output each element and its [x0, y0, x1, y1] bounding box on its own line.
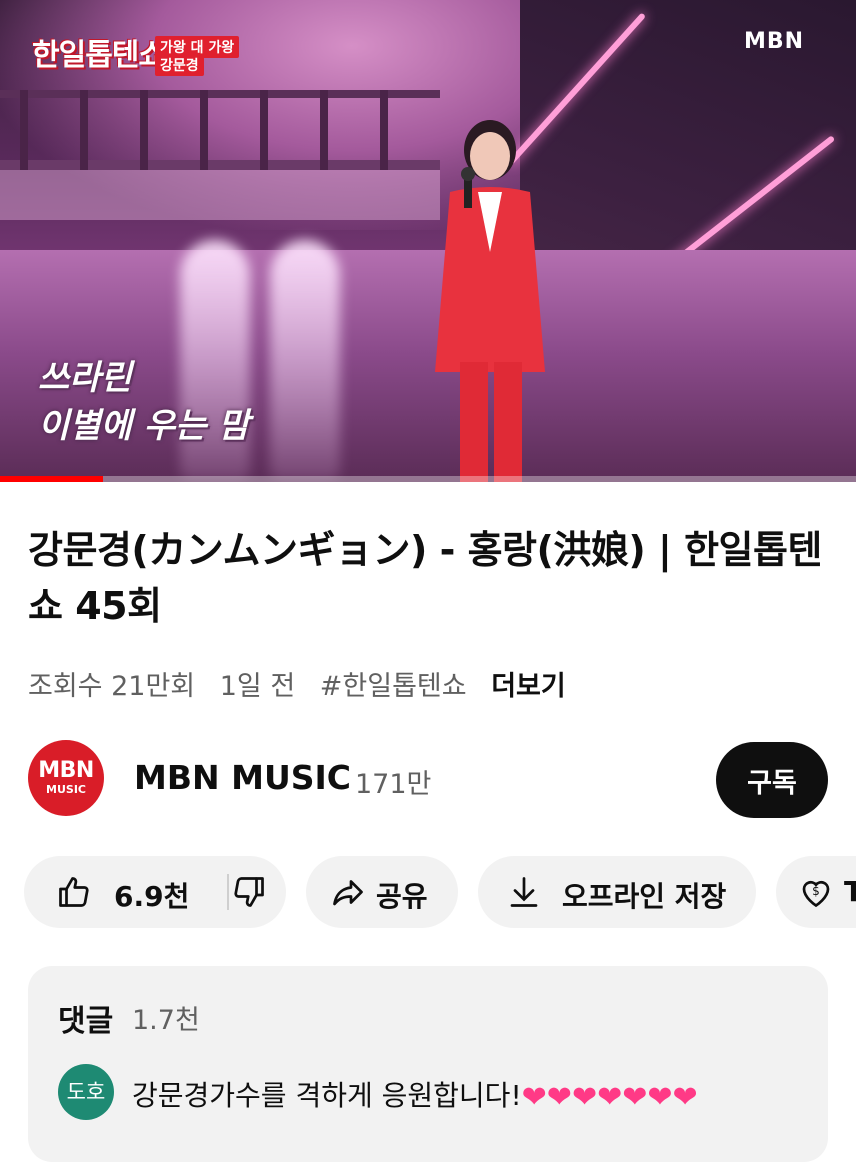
more-button[interactable]: 더보기 [491, 671, 566, 702]
channel-avatar[interactable]: MBN MUSIC [28, 740, 104, 816]
like-button[interactable]: 6.9천 [24, 856, 227, 928]
download-label: 오프라인 저장 [562, 880, 727, 913]
progress-fill [0, 476, 103, 482]
heart-emojis: ❤❤❤❤❤❤❤ [521, 1080, 698, 1115]
avatar-logo-subtext: MUSIC [46, 783, 86, 796]
subscribe-button[interactable]: 구독 [716, 742, 828, 818]
subscriber-count: 171만 [355, 769, 432, 800]
download-button[interactable]: 오프라인 저장 [478, 856, 756, 928]
comment-text: 강문경가수를 격하게 응원합니다!❤❤❤❤❤❤❤ [132, 1074, 698, 1115]
download-icon [510, 877, 538, 907]
performer-tag: 강문경 [155, 54, 204, 76]
share-label: 공유 [376, 880, 428, 913]
stage-light [270, 240, 340, 480]
channel-name[interactable]: MBN MUSIC [134, 758, 351, 797]
thumbs-up-icon [59, 877, 89, 907]
singer-figure [435, 120, 545, 482]
comments-count: 1.7천 [132, 1005, 200, 1036]
comments-preview[interactable]: 댓글 1.7천 도호 강문경가수를 격하게 응원합니다!❤❤❤❤❤❤❤ [28, 966, 828, 1162]
thanks-button[interactable]: $ T [776, 856, 856, 928]
video-title[interactable]: 강문경(カンムンギョン) - 홍랑(洪娘) | 한일톱텐쇼 45회 [28, 522, 828, 634]
share-icon [333, 880, 363, 906]
comments-heading: 댓글 [58, 1004, 114, 1039]
dislike-button[interactable] [229, 856, 286, 928]
lyric-line-1: 쓰라린 [38, 358, 132, 398]
hashtag-link[interactable]: #한일톱텐쇼 [320, 671, 467, 702]
view-count: 조회수 21만회 [28, 671, 196, 702]
commenter-avatar[interactable]: 도호 [58, 1064, 114, 1120]
avatar-logo-text: MBN [38, 758, 94, 783]
video-meta[interactable]: 조회수 21만회 1일 전 #한일톱텐쇼 더보기 [28, 664, 582, 703]
like-dislike-group: 6.9천 [24, 856, 286, 928]
lyric-line-2: 이별에 우는 맘 [38, 406, 250, 446]
thanks-label: T [844, 875, 856, 908]
svg-text:$: $ [812, 884, 820, 898]
thumbs-down-icon [234, 877, 264, 907]
video-player[interactable]: 한일톱텐쇼 가왕 대 가왕 강문경 MBN 쓰라린 이별에 우는 맘 [0, 0, 856, 482]
upload-age: 1일 전 [219, 671, 296, 702]
stage-bridge [0, 90, 440, 220]
progress-bar[interactable] [0, 476, 856, 482]
like-count: 6.9천 [114, 880, 190, 913]
thanks-heart-dollar-icon: $ [802, 880, 830, 908]
broadcaster-watermark: MBN [744, 29, 805, 54]
share-button[interactable]: 공유 [306, 856, 458, 928]
show-logo: 한일톱텐쇼 [32, 38, 166, 73]
comment-body: 강문경가수를 격하게 응원합니다! [132, 1079, 522, 1112]
